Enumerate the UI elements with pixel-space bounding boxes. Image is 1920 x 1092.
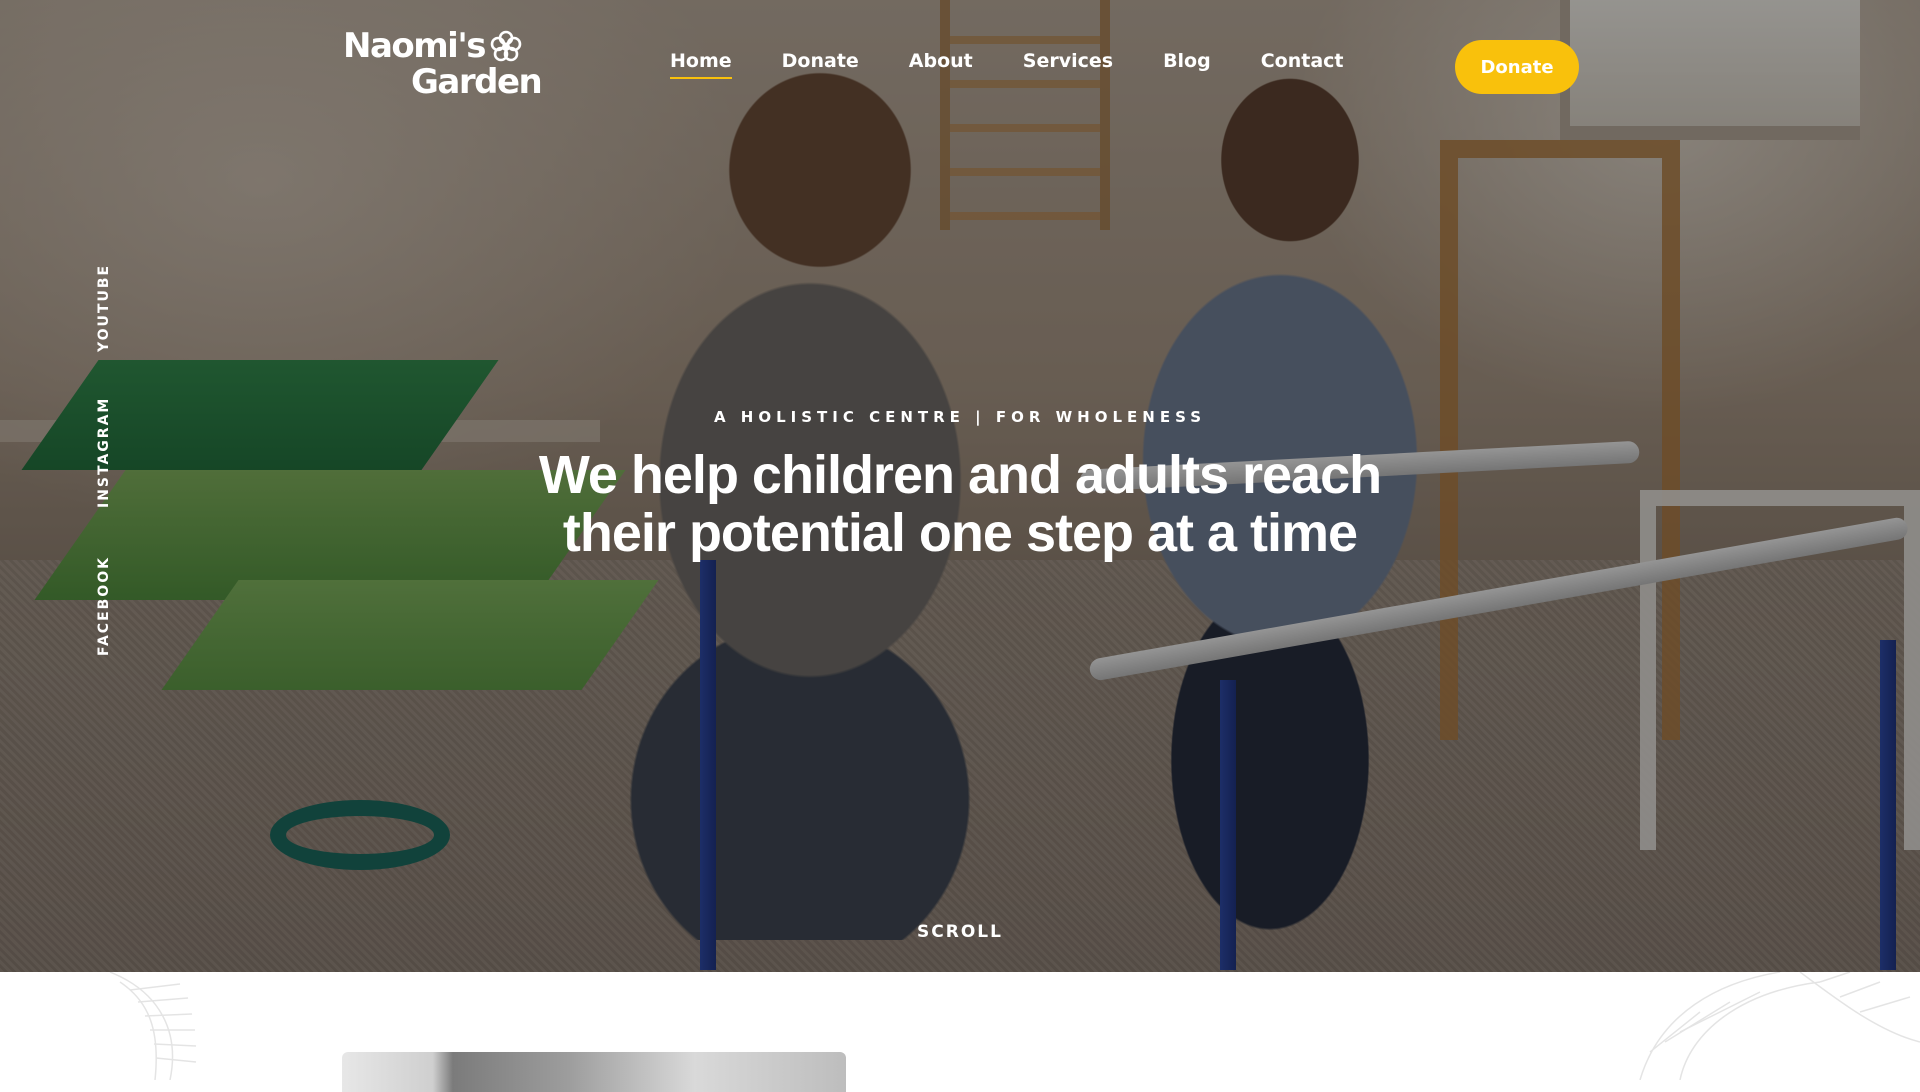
content-preview-image: [342, 1052, 846, 1092]
hero-headline-line1: We help children and adults reach: [538, 445, 1382, 505]
hero-tagline: A HOLISTIC CENTRE | FOR WHOLENESS: [713, 408, 1207, 426]
site-logo[interactable]: Naomi's Garden: [343, 26, 543, 102]
nav-item-about[interactable]: About: [909, 50, 973, 79]
nav-item-home[interactable]: Home: [670, 50, 732, 79]
nav-item-blog[interactable]: Blog: [1163, 50, 1211, 79]
logo-text-line2: Garden: [411, 62, 543, 102]
main-nav: Home Donate About Services Blog Contact: [670, 50, 1344, 79]
scroll-indicator[interactable]: SCROLL: [0, 922, 1920, 942]
nav-item-contact[interactable]: Contact: [1261, 50, 1344, 79]
hero-headline-line2: their potential one step at a time: [562, 503, 1358, 563]
leaf-decoration-icon: [1639, 972, 1920, 1080]
nav-item-donate[interactable]: Donate: [782, 50, 859, 79]
leaf-decoration-icon: [109, 972, 197, 1080]
social-link-facebook[interactable]: FACEBOOK: [96, 556, 112, 656]
logo-text-line1: Naomi's: [343, 26, 487, 66]
nav-item-services[interactable]: Services: [1023, 50, 1113, 79]
donate-button[interactable]: Donate: [1455, 40, 1579, 94]
social-link-youtube[interactable]: YOUTUBE: [96, 264, 112, 352]
flower-icon: [490, 30, 522, 62]
hero-headline: We help children and adults reach their …: [460, 446, 1460, 562]
